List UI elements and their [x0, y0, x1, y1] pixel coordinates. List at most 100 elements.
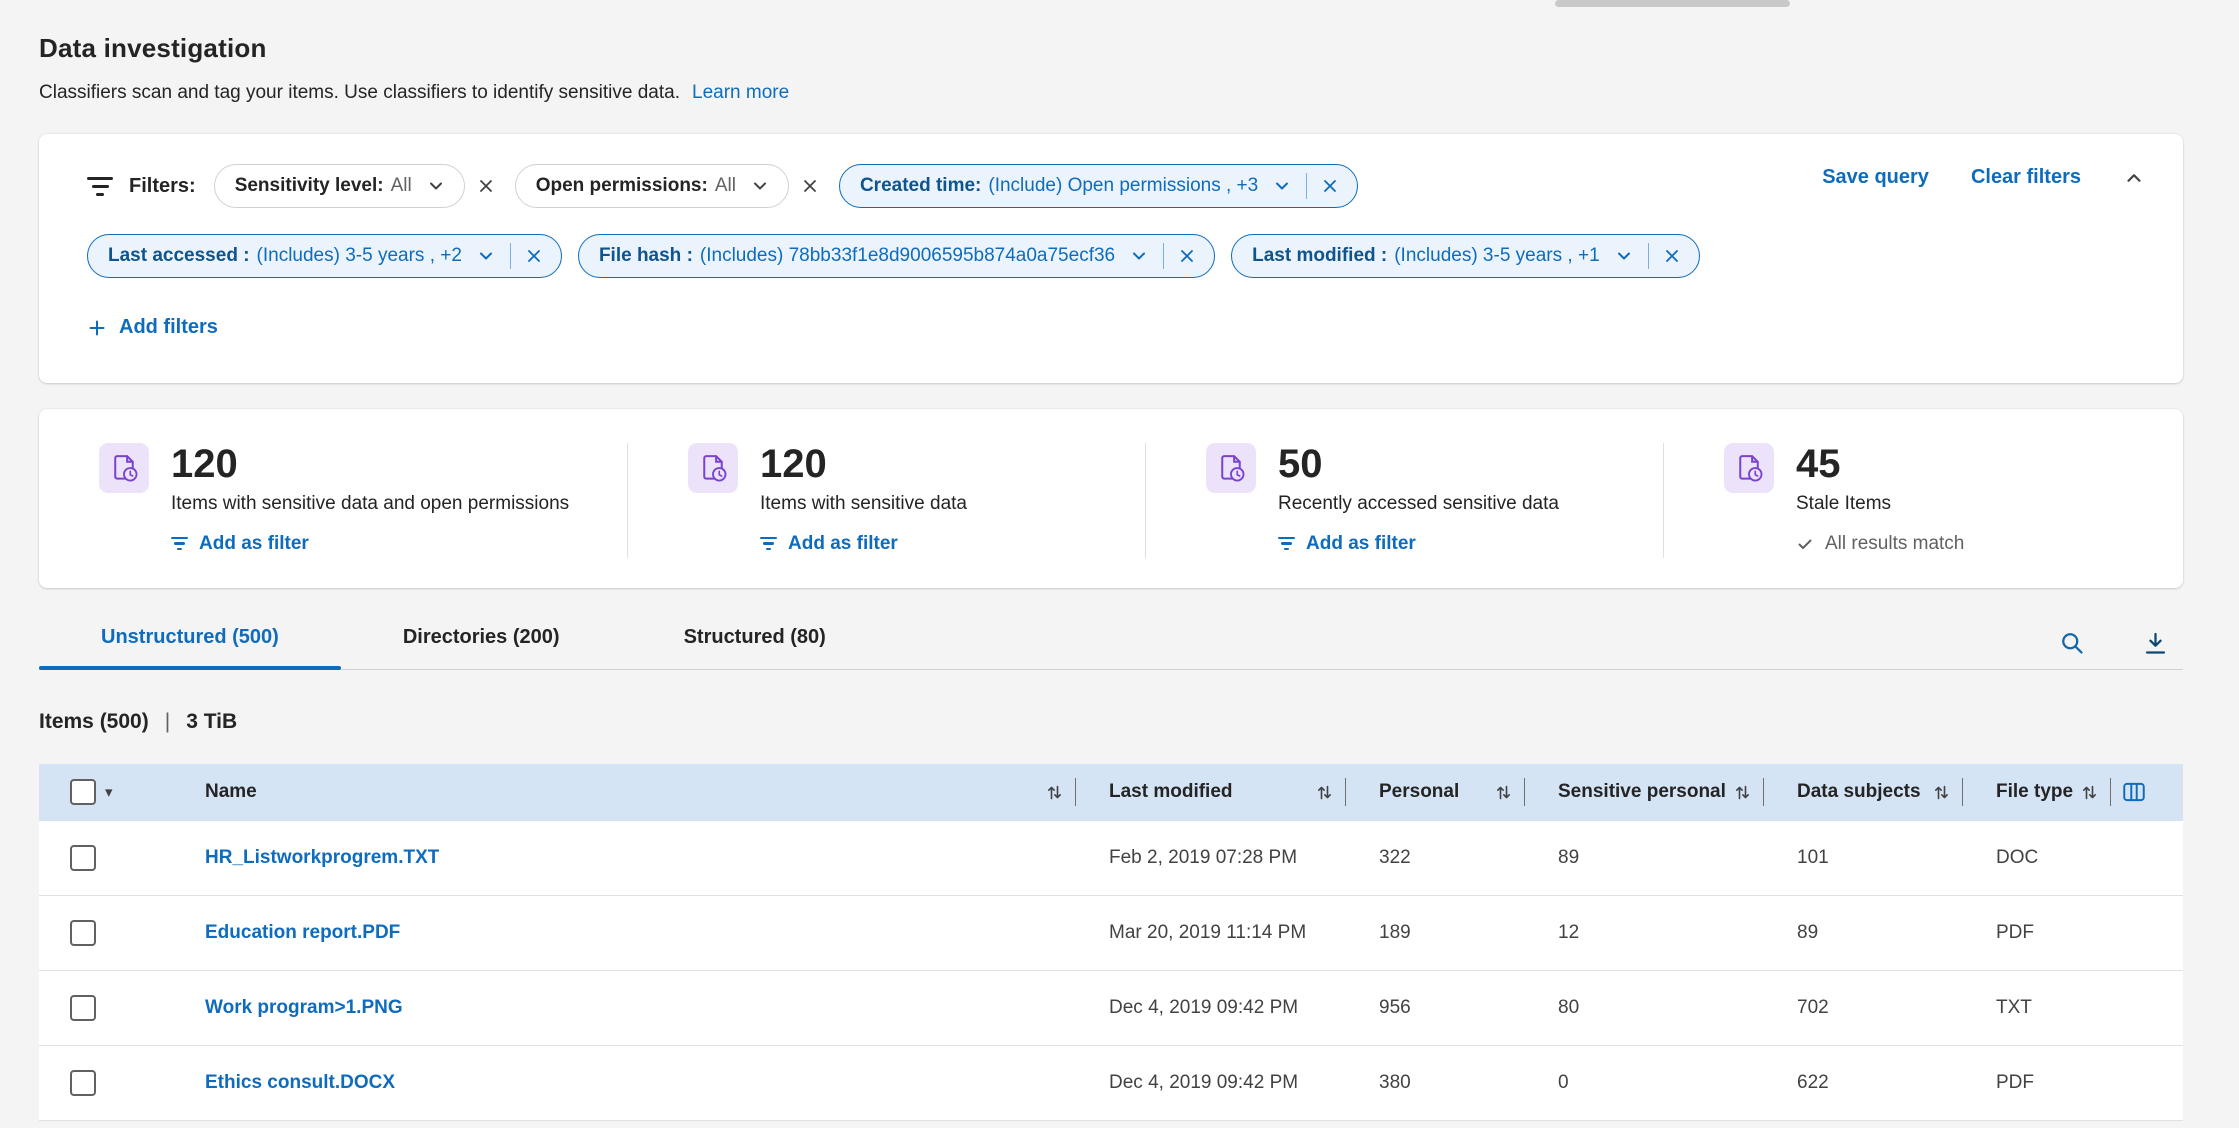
close-icon[interactable]: [1178, 247, 1196, 265]
filter-icon: [1278, 537, 1295, 551]
row-select-cell: [39, 845, 166, 871]
items-size: 3 TiB: [186, 710, 237, 734]
add-filters-button[interactable]: Add filters: [87, 316, 218, 339]
checkmark-icon: [1796, 535, 1814, 553]
filter-pill-last-accessed[interactable]: Last accessed : (Includes) 3-5 years , +…: [87, 234, 562, 278]
column-divider: [2110, 778, 2111, 806]
column-header-data-subjects[interactable]: Data subjects: [1774, 778, 1973, 806]
pill-value: (Includes) 3-5 years , +2: [257, 245, 462, 267]
last-modified-value: Mar 20, 2019 11:14 PM: [1109, 922, 1306, 944]
dismiss-filter-button[interactable]: [797, 173, 823, 199]
row-checkbox[interactable]: [70, 845, 96, 871]
stat-value: 120: [760, 443, 967, 485]
filter-pill-sensitivity-level[interactable]: Sensitivity level: All: [214, 164, 465, 208]
items-table: ▾ Name Last modified Personal Sensitive …: [39, 764, 2183, 1121]
column-divider: [1075, 778, 1076, 806]
item-name-link[interactable]: HR_Listworkprogrem.TXT: [205, 847, 439, 869]
filter-pill-file-hash[interactable]: File hash : (Includes) 78bb33f1e8d900659…: [578, 234, 1215, 278]
add-as-filter-button[interactable]: Add as filter: [1278, 533, 1416, 555]
learn-more-link[interactable]: Learn more: [692, 82, 789, 104]
pill-label: Created time:: [860, 175, 981, 197]
data-subjects-value: 89: [1797, 922, 1818, 944]
column-header-last-modified[interactable]: Last modified: [1086, 778, 1356, 806]
columns-icon: [2121, 779, 2147, 805]
pill-value: All: [391, 175, 412, 197]
filters-panel: Save query Clear filters Filters: Sensit…: [39, 134, 2183, 383]
filters-row-2: Last accessed : (Includes) 3-5 years , +…: [87, 234, 2143, 278]
recently-accessed-icon: [1206, 443, 1256, 493]
pill-label: Open permissions:: [536, 175, 708, 197]
pill-value: (Includes) 3-5 years , +1: [1394, 245, 1599, 267]
download-button[interactable]: [2142, 630, 2169, 657]
select-all-checkbox[interactable]: [70, 779, 96, 805]
data-subjects-value: 622: [1797, 1072, 1829, 1094]
select-dropdown-caret-icon[interactable]: ▾: [105, 785, 113, 800]
chevron-down-icon: [750, 176, 770, 196]
tab-unstructured[interactable]: Unstructured (500): [39, 614, 341, 669]
pill-label: Sensitivity level:: [235, 175, 384, 197]
sort-icon: [2082, 783, 2097, 802]
collapse-filters-button[interactable]: [2123, 167, 2145, 189]
file-type-value: PDF: [1996, 922, 2034, 944]
all-results-match-label: All results match: [1825, 533, 1964, 555]
table-header: ▾ Name Last modified Personal Sensitive …: [39, 764, 2183, 821]
column-label: Sensitive personal: [1558, 781, 1726, 803]
data-subjects-value: 101: [1797, 847, 1829, 869]
dismiss-filter-button[interactable]: [473, 173, 499, 199]
clear-filters-button[interactable]: Clear filters: [1971, 166, 2081, 189]
close-icon[interactable]: [525, 247, 543, 265]
stat-body: 45 Stale Items All results match: [1796, 443, 1964, 558]
pill-value: All: [715, 175, 736, 197]
column-settings-cell: [2121, 779, 2183, 805]
add-as-filter-label: Add as filter: [788, 533, 898, 555]
filter-pill-open-permissions[interactable]: Open permissions: All: [515, 164, 789, 208]
items-summary: Items (500) | 3 TiB: [39, 710, 2183, 734]
all-results-match-status: All results match: [1796, 533, 1964, 555]
stat-body: 120 Items with sensitive data Add as fil…: [760, 443, 967, 558]
item-name-link[interactable]: Ethics consult.DOCX: [205, 1072, 395, 1094]
column-header-sensitive-personal[interactable]: Sensitive personal: [1535, 778, 1774, 806]
sensitive-items-icon: [688, 443, 738, 493]
subtitle-text: Classifiers scan and tag your items. Use…: [39, 82, 680, 104]
table-row: HR_Listworkprogrem.TXT Feb 2, 2019 07:28…: [39, 821, 2183, 896]
add-as-filter-label: Add as filter: [1306, 533, 1416, 555]
sensitive-personal-value: 12: [1558, 922, 1579, 944]
filter-pill-created-time[interactable]: Created time: (Include) Open permissions…: [839, 164, 1358, 208]
row-select-cell: [39, 1070, 166, 1096]
row-checkbox[interactable]: [70, 1070, 96, 1096]
column-header-personal[interactable]: Personal: [1356, 778, 1535, 806]
data-subjects-value: 702: [1797, 997, 1829, 1019]
item-name-link[interactable]: Work program>1.PNG: [205, 997, 403, 1019]
personal-value: 380: [1379, 1072, 1411, 1094]
stat-label: Recently accessed sensitive data: [1278, 493, 1559, 515]
stat-value: 45: [1796, 443, 1964, 485]
close-icon[interactable]: [1663, 247, 1681, 265]
search-button[interactable]: [2059, 630, 2086, 657]
column-header-name[interactable]: Name: [166, 778, 1086, 806]
sensitive-personal-value: 0: [1558, 1072, 1569, 1094]
tab-directories[interactable]: Directories (200): [341, 614, 622, 669]
item-name-link[interactable]: Education report.PDF: [205, 922, 400, 944]
page-title: Data investigation: [39, 33, 2183, 64]
close-icon[interactable]: [1321, 177, 1339, 195]
scrollbar-thumb[interactable]: [1555, 0, 1790, 7]
last-modified-value: Dec 4, 2019 09:42 PM: [1109, 997, 1298, 1019]
stat-stale-items: 45 Stale Items All results match: [1663, 443, 2181, 558]
chevron-down-icon: [1614, 246, 1634, 266]
save-query-button[interactable]: Save query: [1822, 166, 1929, 189]
pill-label: Last modified :: [1252, 245, 1387, 267]
column-settings-button[interactable]: [2121, 779, 2147, 805]
last-modified-value: Feb 2, 2019 07:28 PM: [1109, 847, 1297, 869]
name-cell: Ethics consult.DOCX: [166, 1072, 1086, 1094]
column-label: Name: [205, 781, 257, 803]
column-header-file-type[interactable]: File type: [1973, 778, 2121, 806]
add-as-filter-button[interactable]: Add as filter: [171, 533, 309, 555]
column-label: Last modified: [1109, 781, 1233, 803]
row-checkbox[interactable]: [70, 920, 96, 946]
row-checkbox[interactable]: [70, 995, 96, 1021]
tab-structured[interactable]: Structured (80): [622, 614, 888, 669]
filter-pill-last-modified[interactable]: Last modified : (Includes) 3-5 years , +…: [1231, 234, 1700, 278]
add-as-filter-button[interactable]: Add as filter: [760, 533, 898, 555]
column-label: File type: [1996, 781, 2073, 803]
items-separator: |: [165, 710, 170, 734]
